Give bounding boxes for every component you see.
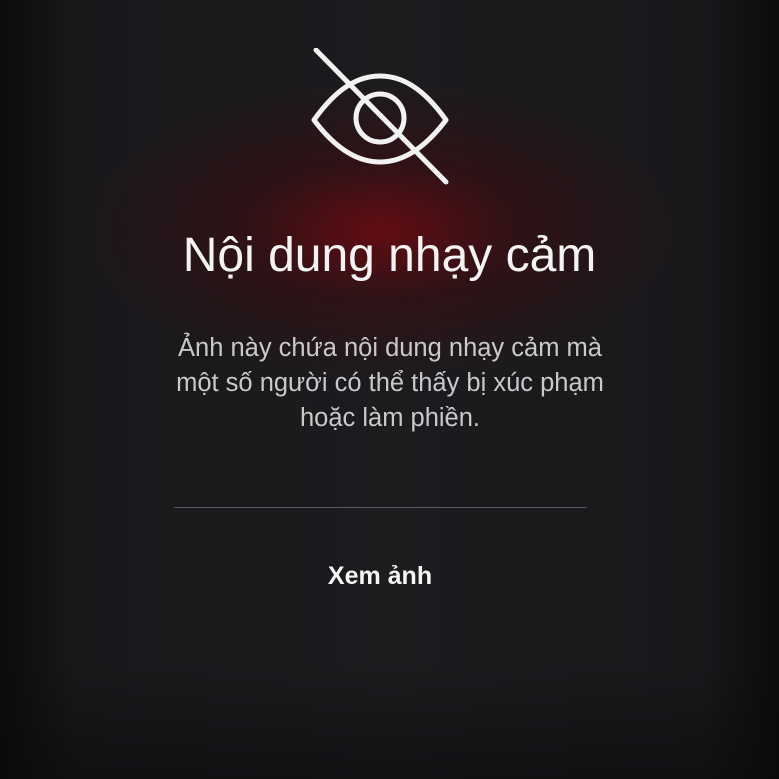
- view-photo-button[interactable]: Xem ảnh: [230, 552, 530, 600]
- eye-slash-icon: [311, 48, 449, 185]
- sensitive-content-screen: Nội dung nhạy cảm Ảnh này chứa nội dung …: [0, 0, 779, 779]
- description-line: Ảnh này chứa nội dung nhạy cảm mà: [178, 334, 602, 362]
- divider: [174, 507, 587, 508]
- warning-description: Ảnh này chứa nội dung nhạy cảm mà một số…: [90, 331, 690, 436]
- warning-title: Nội dung nhạy cảm: [182, 229, 597, 282]
- description-line: hoặc làm phiền.: [299, 404, 481, 432]
- description-line: một số người có thể thấy bị xúc phạm: [176, 369, 604, 397]
